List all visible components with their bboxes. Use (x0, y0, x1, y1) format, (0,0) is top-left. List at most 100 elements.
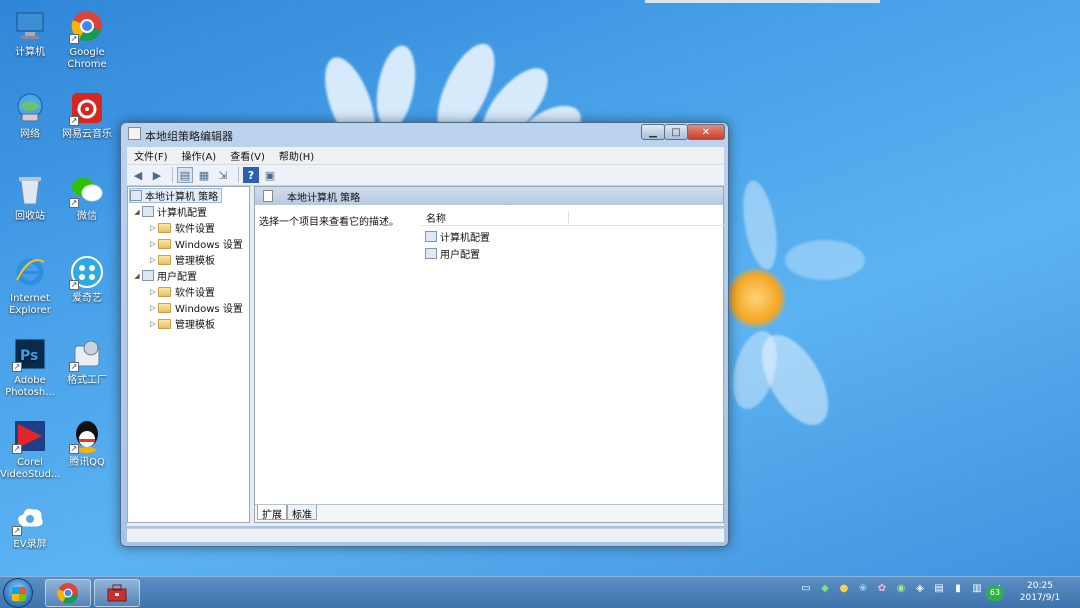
clock-time: 20:25 (1027, 581, 1053, 591)
tree-item-root[interactable]: 本地计算机 策略 (129, 188, 223, 203)
tree-item-computer-config[interactable]: ◢ 计算机配置 (132, 204, 207, 219)
security-icon[interactable]: ● (838, 583, 850, 595)
expand-triangle-icon[interactable]: ▷ (148, 256, 158, 264)
maximize-button[interactable]: □ (664, 124, 688, 140)
notification-badge[interactable]: 63 (986, 585, 1004, 601)
back-arrow-icon[interactable]: ◀ (130, 167, 146, 183)
baidu-icon[interactable]: ❀ (857, 583, 869, 595)
desktop-icon-netease[interactable]: ↗ 网易云音乐 (57, 90, 117, 141)
desktop-icon-chrome[interactable]: ↗ Google Chrome (57, 8, 117, 71)
tree-item-user-admin-templates[interactable]: ▷ 管理模板 (148, 316, 215, 331)
signal-icon[interactable]: ▮ (952, 583, 964, 595)
menu-action[interactable]: 操作(A) (175, 148, 224, 163)
desktop-icon-label: Corel VideoStud... (0, 457, 61, 480)
computer-config-icon (425, 230, 437, 242)
taskbar-chrome-button[interactable] (45, 579, 91, 607)
folder-icon (158, 302, 171, 313)
help-icon[interactable]: ? (243, 167, 259, 183)
desktop-icon-format-factory[interactable]: ↗ 格式工厂 (57, 336, 117, 387)
photoshop-icon: Ps ↗ (12, 336, 48, 372)
tab-standard[interactable]: 标准 (287, 505, 317, 521)
desktop-icon-corel[interactable]: ↗ Corel VideoStud... (0, 418, 61, 481)
user-config-icon (142, 270, 154, 281)
wechat-icon: ↗ (69, 172, 105, 208)
tree-item-user-software-settings[interactable]: ▷ 软件设置 (148, 284, 215, 299)
desktop-icon-label: 回收站 (15, 211, 45, 222)
video-player-icon: ↗ (69, 254, 105, 290)
format-factory-icon: ↗ (69, 336, 105, 372)
app-tray-icon[interactable]: ◈ (914, 583, 926, 595)
close-button[interactable]: ✕ (687, 124, 725, 140)
export-list-icon[interactable]: ⇲ (215, 167, 231, 183)
desktop-icon-photoshop[interactable]: Ps ↗ Adobe Photosh... (0, 336, 60, 399)
system-tray: ▭ ◆ ● ❀ ✿ ◉ ◈ ▤ ▮ ▥ ◀ (800, 583, 1009, 595)
extended-view-icon[interactable]: ▣ (262, 167, 278, 183)
desktop-icon-label: Adobe Photosh... (5, 375, 55, 398)
console-tree: 本地计算机 策略 ◢ 计算机配置 ▷ 软件设置 ▷ Windows 设置 ▷ 管… (127, 186, 250, 523)
svg-text:Ps: Ps (20, 348, 38, 364)
ev-recorder-icon: ↗ (12, 500, 48, 536)
show-hide-tree-icon[interactable]: ▤ (177, 167, 193, 183)
clipboard-icon[interactable]: ▤ (933, 583, 945, 595)
taskbar-policy-editor-button[interactable] (94, 579, 140, 607)
expand-triangle-icon[interactable]: ◢ (132, 272, 142, 280)
desktop-icon-ie[interactable]: Internet Explorer (0, 254, 60, 317)
corel-icon: ↗ (12, 418, 48, 454)
folder-icon (158, 222, 171, 233)
details-header: 本地计算机 策略 (255, 187, 723, 205)
forward-arrow-icon[interactable]: ▶ (149, 167, 165, 183)
tree-item-user-config[interactable]: ◢ 用户配置 (132, 268, 197, 283)
desktop-icon-recycle-bin[interactable]: 回收站 (0, 172, 60, 223)
expand-triangle-icon[interactable]: ▷ (148, 288, 158, 296)
description-text: 选择一个项目来查看它的描述。 (259, 217, 399, 228)
properties-icon[interactable]: ▦ (196, 167, 212, 183)
desktop-icon-qq[interactable]: ↗ 腾讯QQ (57, 418, 117, 469)
desktop-icon-label: 网络 (20, 129, 40, 140)
keyboard-icon[interactable]: ▭ (800, 583, 812, 595)
expand-triangle-icon[interactable]: ▷ (148, 224, 158, 232)
window-title: 本地组策略编辑器 (145, 130, 233, 143)
column-header-name[interactable]: 名称 (420, 209, 725, 226)
shield-icon[interactable]: ◆ (819, 583, 831, 595)
ie-icon (12, 254, 48, 290)
desktop-icon-video-player[interactable]: ↗ 爱奇艺 (57, 254, 117, 305)
tree-item-admin-templates[interactable]: ▷ 管理模板 (148, 252, 215, 267)
expand-triangle-icon[interactable]: ▷ (148, 240, 158, 248)
list-item[interactable]: 用户配置 (425, 245, 480, 261)
window-titlebar[interactable]: 本地组策略编辑器 ▁ □ ✕ (121, 123, 728, 145)
menu-bar: 文件(F) 操作(A) 查看(V) 帮助(H) (127, 147, 724, 164)
netease-music-icon: ↗ (69, 90, 105, 126)
menu-view[interactable]: 查看(V) (223, 148, 272, 163)
desktop-icon-label: EV录屏 (13, 539, 47, 550)
menu-file[interactable]: 文件(F) (127, 148, 175, 163)
folder-icon (158, 254, 171, 265)
minimize-button[interactable]: ▁ (641, 124, 665, 140)
desktop-icon-label: 计算机 (15, 47, 45, 58)
clock[interactable]: 20:25 2017/9/1 (1015, 580, 1065, 604)
desktop-icon-ev-recorder[interactable]: ↗ EV录屏 (0, 500, 60, 551)
tree-item-windows-settings[interactable]: ▷ Windows 设置 (148, 236, 243, 251)
expand-triangle-icon[interactable]: ◢ (132, 208, 142, 216)
flower-icon[interactable]: ✿ (876, 583, 888, 595)
expand-triangle-icon[interactable]: ▷ (148, 304, 158, 312)
toolbox-icon (107, 584, 127, 602)
tab-extended[interactable]: 扩展 (257, 505, 287, 521)
network-icon (12, 90, 48, 126)
list-item[interactable]: 计算机配置 (425, 228, 490, 244)
computer-config-icon (142, 206, 154, 217)
start-button[interactable] (3, 578, 33, 608)
recycle-bin-icon (12, 172, 48, 208)
menu-help[interactable]: 帮助(H) (272, 148, 321, 163)
desktop-icon-label: 微信 (77, 211, 97, 222)
desktop-icon-wechat[interactable]: ↗ 微信 (57, 172, 117, 223)
desktop-icon-computer[interactable]: 计算机 (0, 8, 60, 59)
desktop-icon-network[interactable]: 网络 (0, 90, 60, 141)
tree-item-user-windows-settings[interactable]: ▷ Windows 设置 (148, 300, 243, 315)
network-tray-icon[interactable]: ▥ (971, 583, 983, 595)
user-config-icon (425, 247, 437, 259)
wechat-tray-icon[interactable]: ◉ (895, 583, 907, 595)
chrome-icon: ↗ (69, 8, 105, 44)
desktop-icon-label: 网易云音乐 (62, 129, 112, 140)
tree-item-software-settings[interactable]: ▷ 软件设置 (148, 220, 215, 235)
expand-triangle-icon[interactable]: ▷ (148, 320, 158, 328)
